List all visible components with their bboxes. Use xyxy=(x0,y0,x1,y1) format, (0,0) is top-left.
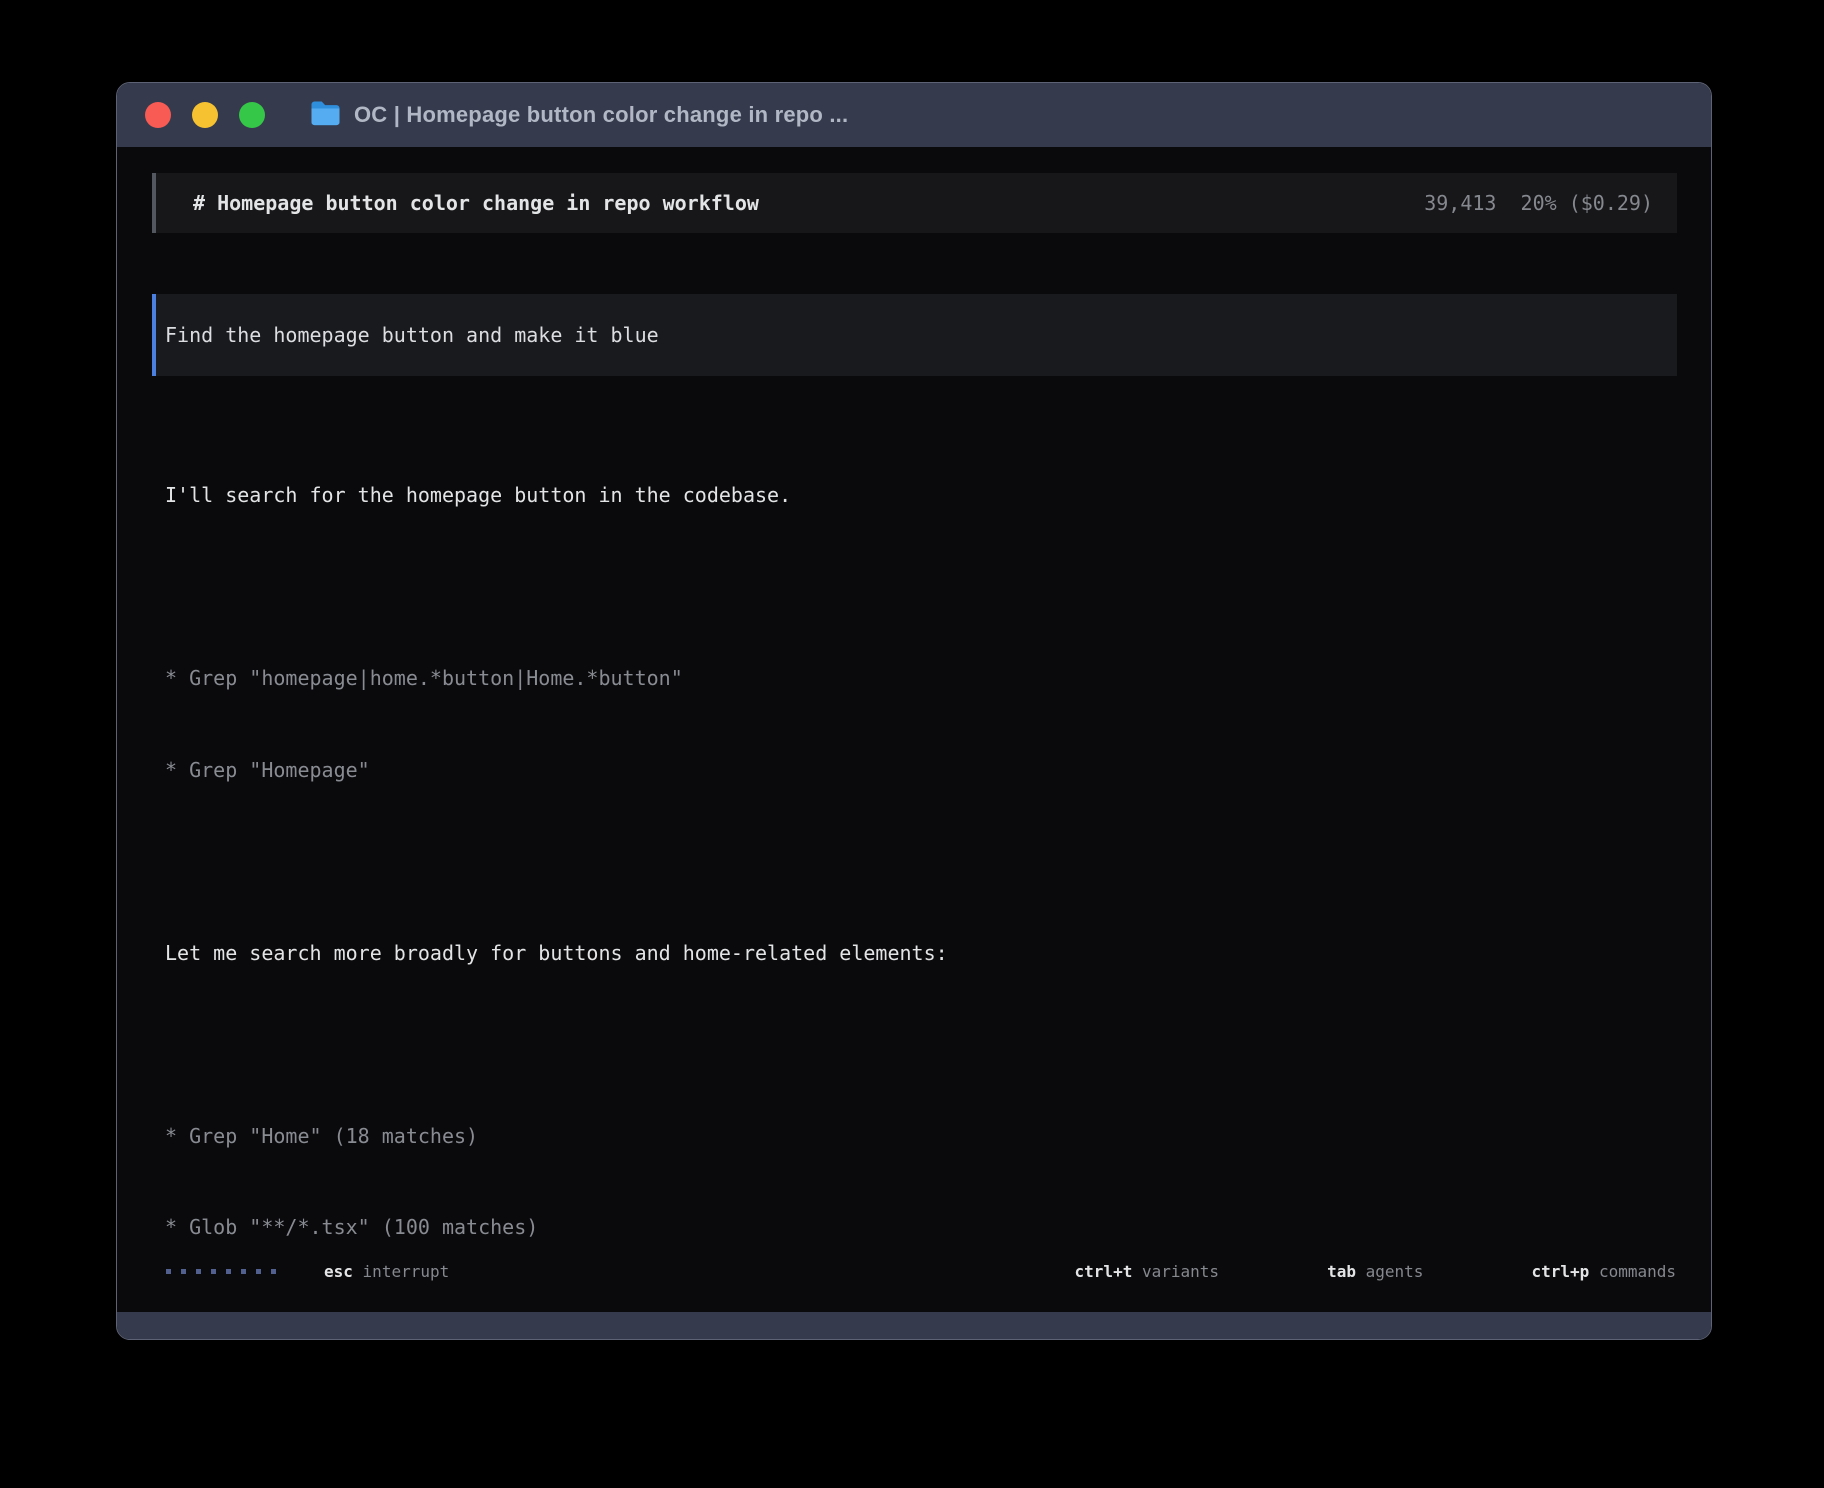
working-spinner-dots xyxy=(166,1269,286,1274)
agents-hint: tab agents xyxy=(1250,1243,1423,1300)
assistant-text-line: Let me search more broadly for buttons a… xyxy=(165,938,1677,969)
terminal-window: OC | Homepage button color change in rep… xyxy=(116,82,1712,1340)
minimize-window-button[interactable] xyxy=(192,102,218,128)
tab-key: tab xyxy=(1327,1262,1356,1281)
session-header: # Homepage button color change in repo w… xyxy=(152,173,1677,233)
tool-call-line: * Grep "Homepage" xyxy=(165,755,1677,786)
interrupt-label: interrupt xyxy=(363,1262,450,1281)
session-title: # Homepage button color change in repo w… xyxy=(193,188,759,219)
tool-call-line: * Glob "**/*.tsx" (100 matches) xyxy=(165,1212,1677,1243)
assistant-text-line: I'll search for the homepage button in t… xyxy=(165,480,1677,511)
user-message: Find the homepage button and make it blu… xyxy=(152,294,1677,376)
status-left: esc interrupt xyxy=(153,1262,449,1281)
user-message-text: Find the homepage button and make it blu… xyxy=(165,320,659,351)
assistant-transcript: I'll search for the homepage button in t… xyxy=(152,419,1677,1340)
window-footer-strip xyxy=(117,1312,1711,1339)
status-right: ctrl+t variants tab agents ctrl+p comman… xyxy=(966,1243,1676,1300)
commands-hint: ctrl+p commands xyxy=(1454,1243,1676,1300)
commands-label: commands xyxy=(1599,1262,1676,1281)
close-window-button[interactable] xyxy=(145,102,171,128)
variants-hint: ctrl+t variants xyxy=(997,1243,1219,1300)
folder-icon xyxy=(310,100,341,130)
tool-call-line: * Grep "Home" (18 matches) xyxy=(165,1121,1677,1152)
session-token-stats: 39,413 20% ($0.29) xyxy=(1424,188,1653,219)
ctrl-p-key: ctrl+p xyxy=(1532,1262,1590,1281)
tool-call-line: * Grep "homepage|home.*button|Home.*butt… xyxy=(165,663,1677,694)
window-titlebar: OC | Homepage button color change in rep… xyxy=(117,83,1711,147)
window-title: OC | Homepage button color change in rep… xyxy=(354,102,848,128)
esc-key-hint: esc xyxy=(324,1262,353,1281)
variants-label: variants xyxy=(1142,1262,1219,1281)
ctrl-t-key: ctrl+t xyxy=(1075,1262,1133,1281)
agents-label: agents xyxy=(1366,1262,1424,1281)
zoom-window-button[interactable] xyxy=(239,102,265,128)
terminal-content: # Homepage button color change in repo w… xyxy=(117,147,1711,1340)
interrupt-hint xyxy=(353,1262,363,1281)
status-bar: esc interrupt ctrl+t variants tab agents… xyxy=(153,1256,1676,1286)
